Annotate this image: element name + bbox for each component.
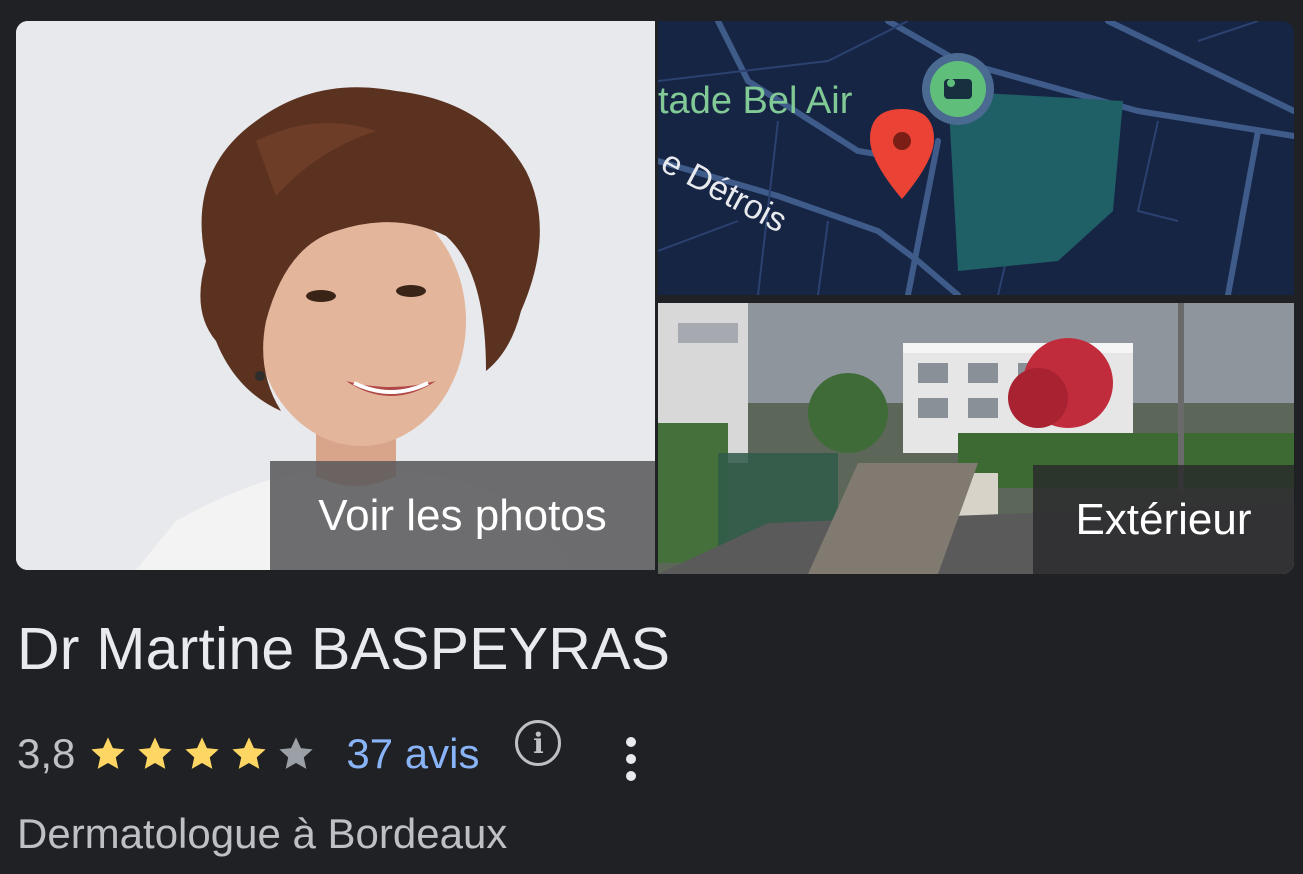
star-empty-icon <box>277 735 315 773</box>
map-thumbnail[interactable]: tade Bel Air e Détrois <box>658 21 1294 295</box>
business-name: Dr Martine BASPEYRAS <box>17 616 671 682</box>
more-vert-icon[interactable] <box>623 737 639 781</box>
map-image: tade Bel Air e Détrois <box>658 21 1294 295</box>
star-rating <box>89 735 324 773</box>
main-photo[interactable]: Voir les photos <box>16 21 655 570</box>
map-place-label: tade Bel Air <box>658 80 853 122</box>
business-category: Dermatologue à Bordeaux <box>17 810 508 857</box>
reviews-link[interactable]: 37 avis <box>346 730 479 778</box>
star-filled-icon <box>230 735 268 773</box>
street-view-thumbnail[interactable]: Extérieur <box>658 303 1294 574</box>
rating-row: 3,8 37 avis i <box>17 720 639 784</box>
info-icon[interactable]: i <box>515 720 562 766</box>
rating-value: 3,8 <box>17 730 76 777</box>
media-gallery: Voir les photos tade Bel Air e Détrois E… <box>16 21 1294 574</box>
view-photos-label[interactable]: Voir les photos <box>270 461 655 570</box>
star-filled-icon <box>183 735 221 773</box>
star-filled-icon <box>136 735 174 773</box>
exterior-label[interactable]: Extérieur <box>1033 465 1294 574</box>
star-filled-icon <box>89 735 127 773</box>
